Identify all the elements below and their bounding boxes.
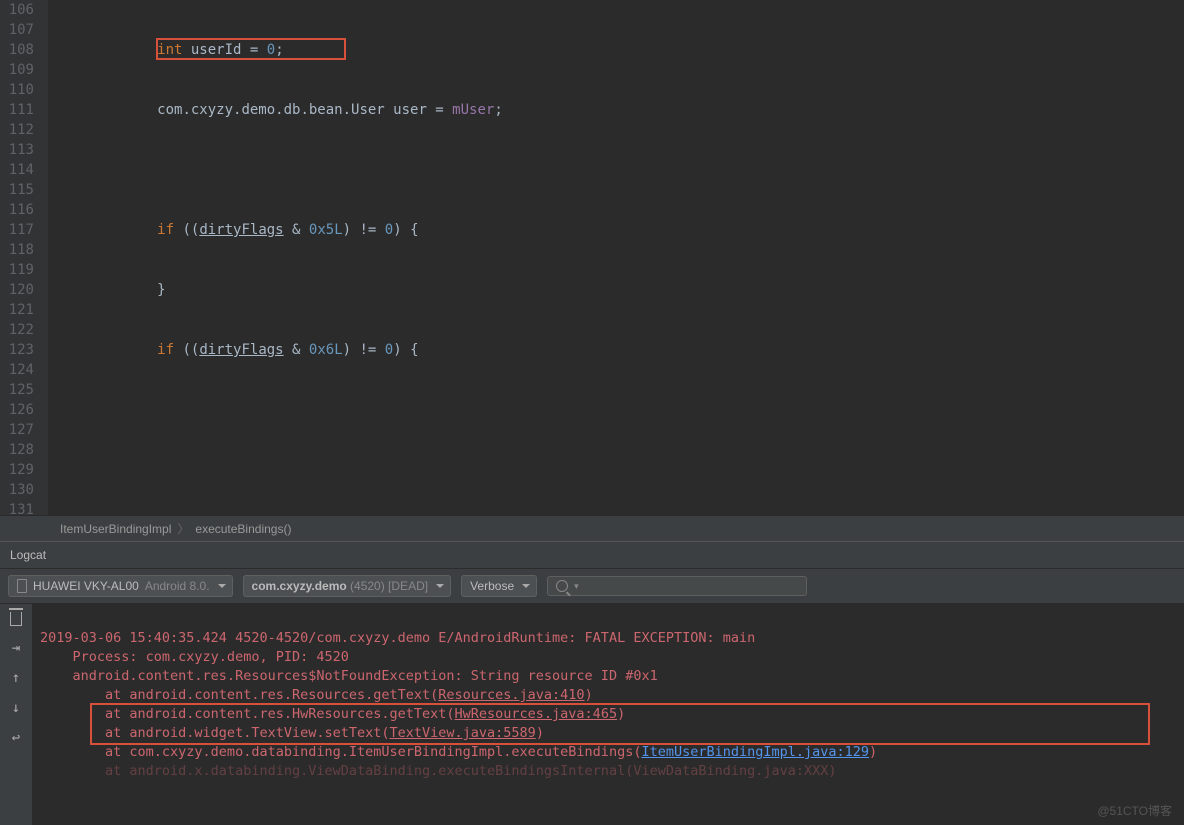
code-line — [56, 460, 1184, 480]
logcat-panel: ⇥ ↑ ↓ ↩ 2019-03-06 15:40:35.424 4520-452… — [0, 604, 1184, 825]
watermark: @51CTO博客 — [1097, 802, 1172, 819]
log-line: Process: com.cxyzy.demo, PID: 4520 — [40, 649, 349, 665]
breadcrumb: ItemUserBindingImpl 〉 executeBindings() — [0, 515, 1184, 541]
log-line: at android.content.res.Resources.getText… — [40, 687, 593, 703]
breadcrumb-item[interactable]: executeBindings() — [195, 522, 291, 536]
logcat-output[interactable]: 2019-03-06 15:40:35.424 4520-4520/com.cx… — [32, 604, 1184, 825]
search-icon — [556, 580, 568, 592]
log-line: at com.cxyzy.demo.databinding.ItemUserBi… — [40, 744, 877, 760]
down-stack-icon[interactable]: ↓ — [12, 700, 20, 716]
logcat-side-toolbar: ⇥ ↑ ↓ ↩ — [0, 604, 32, 825]
code-line: if ((dirtyFlags & 0x5L) != 0) { — [56, 220, 1184, 240]
log-line: at android.widget.TextView.setText(TextV… — [40, 725, 544, 741]
log-line: android.content.res.Resources$NotFoundEx… — [40, 668, 658, 684]
code-line — [56, 160, 1184, 180]
logcat-toolbar: HUAWEI VKY-AL00 Android 8.0. com.cxyzy.d… — [0, 568, 1184, 604]
log-level-selector[interactable]: Verbose — [461, 575, 537, 597]
soft-wrap-icon[interactable]: ↩ — [12, 730, 20, 746]
clear-icon[interactable] — [10, 612, 22, 626]
device-selector[interactable]: HUAWEI VKY-AL00 Android 8.0. — [8, 575, 233, 597]
stacktrace-link[interactable]: ItemUserBindingImpl.java:129 — [641, 744, 869, 760]
code-line: if ((dirtyFlags & 0x6L) != 0) { — [56, 340, 1184, 360]
code-line: com.cxyzy.demo.db.bean.User user = mUser… — [56, 100, 1184, 120]
process-selector[interactable]: com.cxyzy.demo (4520) [DEAD] — [243, 575, 452, 597]
code-line: int userId = 0; — [56, 40, 1184, 60]
up-stack-icon[interactable]: ↑ — [12, 670, 20, 686]
breadcrumb-item[interactable]: ItemUserBindingImpl — [60, 522, 171, 536]
log-line: 2019-03-06 15:40:35.424 4520-4520/com.cx… — [40, 630, 755, 646]
line-number-gutter: 1061071081091101111121131141151161171181… — [0, 0, 48, 515]
logcat-search[interactable]: ▾ — [547, 576, 807, 596]
chevron-right-icon: 〉 — [177, 520, 189, 537]
code-editor[interactable]: int userId = 0; com.cxyzy.demo.db.bean.U… — [48, 0, 1184, 515]
scroll-to-end-icon[interactable]: ⇥ — [12, 640, 20, 656]
logcat-tab-label[interactable]: Logcat — [0, 541, 1184, 568]
log-line: at android.x.databinding.ViewDataBinding… — [40, 763, 837, 779]
code-line — [56, 400, 1184, 420]
device-icon — [17, 579, 27, 593]
log-line: at android.content.res.HwResources.getTe… — [40, 706, 625, 722]
code-line: } — [56, 280, 1184, 300]
editor-area: 1061071081091101111121131141151161171181… — [0, 0, 1184, 515]
